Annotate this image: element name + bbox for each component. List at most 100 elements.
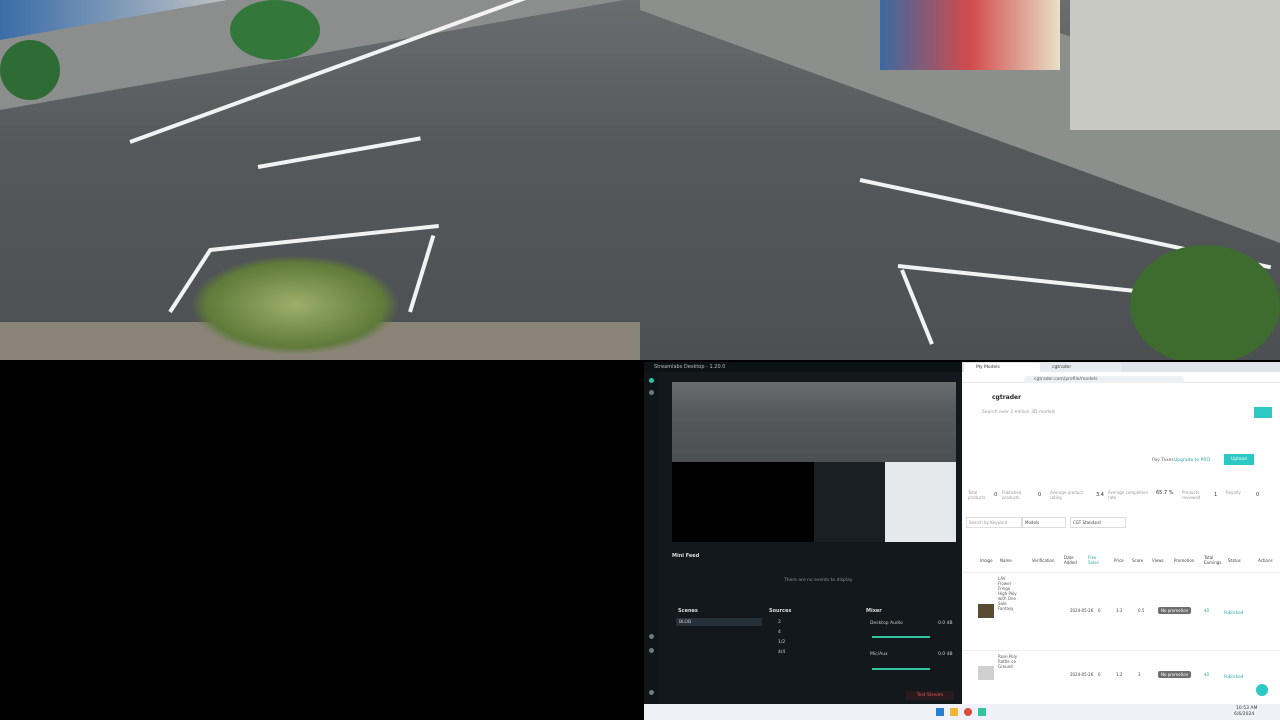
camera-feed-1 xyxy=(0,0,640,360)
source-item[interactable]: 4 xyxy=(778,630,781,635)
url-field[interactable]: cgtrader.com/profile/models xyxy=(1024,376,1184,383)
col-verification[interactable]: Verification xyxy=(1032,558,1054,563)
start-icon[interactable] xyxy=(936,708,944,716)
scene-item[interactable]: BLOB xyxy=(676,618,762,626)
preview-nested-dark xyxy=(814,462,885,542)
browser-icon[interactable] xyxy=(964,708,972,716)
model-earnings: $0 xyxy=(1204,672,1210,677)
building xyxy=(1070,0,1280,130)
promotion-badge: No promotion xyxy=(1158,671,1192,678)
scene-item-label: BLOB xyxy=(679,620,692,625)
col-earnings[interactable]: Total Earnings xyxy=(1204,555,1221,565)
streamlabs-icon[interactable] xyxy=(978,708,986,716)
col-views[interactable]: Views xyxy=(1152,558,1164,563)
model-earnings: $0 xyxy=(1204,608,1210,613)
road-marking xyxy=(897,264,1137,294)
tree xyxy=(1130,245,1280,360)
stat-value: 3.4 xyxy=(1096,492,1104,498)
tools-icon[interactable] xyxy=(649,648,654,653)
stat-value: 0 xyxy=(1038,492,1042,498)
source-item[interactable]: 2 xyxy=(778,620,781,625)
model-score: 0.5 xyxy=(1138,608,1145,613)
sidebar xyxy=(644,372,658,704)
col-status[interactable]: Status xyxy=(1228,558,1241,563)
col-image[interactable]: Image xyxy=(980,558,993,563)
scenes-title: Scenes xyxy=(678,608,698,614)
desktop-audio-label: Desktop Audio xyxy=(870,621,903,626)
tab-my-models[interactable]: My Models xyxy=(964,363,1046,372)
source-item[interactable]: 1/2 xyxy=(778,640,785,645)
model-name[interactable]: Rose Poly Rattle on Ground xyxy=(998,654,1020,669)
table-row[interactable]: LAV Flower Fringe High Poly with One Sal… xyxy=(962,574,1280,651)
model-status: Published xyxy=(1224,674,1244,679)
col-sales[interactable]: Free Sales xyxy=(1088,555,1102,565)
col-price[interactable]: Price xyxy=(1114,558,1124,563)
stream-preview[interactable] xyxy=(672,382,956,542)
source-item[interactable]: 4/4 xyxy=(778,650,785,655)
window-title: Streamlabs Desktop - 1.20.0 xyxy=(644,362,962,372)
building-mural xyxy=(880,0,1060,70)
model-price: 1.2 xyxy=(1116,672,1123,677)
file-explorer-icon[interactable] xyxy=(950,708,958,716)
road-marking xyxy=(209,223,439,252)
chat-icon[interactable] xyxy=(1256,684,1268,696)
stat-label: Royalty xyxy=(1226,490,1241,495)
model-status: Published xyxy=(1224,610,1244,615)
stat-value: 1 xyxy=(1214,492,1218,498)
model-thumbnail[interactable] xyxy=(978,666,994,680)
mini-feed-title: Mini Feed xyxy=(672,553,700,559)
col-date[interactable]: Date Added xyxy=(1064,555,1078,565)
model-score: 3 xyxy=(1138,672,1141,677)
tab-cgtrader[interactable]: cgtrader xyxy=(1040,363,1122,372)
stat-label: Average product rating xyxy=(1050,490,1084,500)
preview-cam-2 xyxy=(814,382,956,462)
road-marking xyxy=(900,269,934,345)
mic-aux-slider[interactable] xyxy=(872,668,930,670)
go-live-button[interactable]: Test Stream xyxy=(906,691,954,700)
clock-time[interactable]: 10:53 AM xyxy=(1236,706,1257,711)
stat-label: Published products xyxy=(1002,490,1022,500)
desktop-audio-slider[interactable] xyxy=(872,636,930,638)
stat-value: 0 xyxy=(994,492,998,498)
preview-cam-1 xyxy=(672,382,814,462)
upgrade-link[interactable]: Upgrade to PRO xyxy=(1174,458,1210,463)
model-thumbnail[interactable] xyxy=(978,604,994,618)
desktop-audio-db: 0.0 dB xyxy=(938,621,953,626)
road-marking xyxy=(408,234,436,313)
stat-value: 0 xyxy=(1256,492,1260,498)
license-filter[interactable]: CGT Standard xyxy=(1070,517,1126,528)
col-promotion[interactable]: Promotion xyxy=(1174,558,1194,563)
mixer-title: Mixer xyxy=(866,608,882,614)
settings-icon[interactable] xyxy=(649,390,654,395)
col-score[interactable]: Score xyxy=(1132,558,1143,563)
clock-date[interactable]: 6/6/2024 xyxy=(1234,712,1254,717)
upload-button[interactable]: Upload xyxy=(1224,454,1254,465)
model-name[interactable]: LAV Flower Fringe High Poly with One Sal… xyxy=(998,576,1020,611)
road-marking xyxy=(257,136,421,169)
search-input[interactable]: Search over 2 million 3D models xyxy=(982,408,1252,417)
mic-aux-label: Mic/Aux xyxy=(870,652,888,657)
stat-label: Products reviewed xyxy=(1182,490,1201,500)
camera-feed-2 xyxy=(640,0,1280,360)
model-sales: 0 xyxy=(1098,608,1101,613)
browser-window: My Models cgtrader cgtrader.com/profile/… xyxy=(962,362,1280,704)
stat-label: Average completion rate xyxy=(1108,490,1149,500)
type-filter[interactable]: Models xyxy=(1022,517,1066,528)
table-row[interactable]: Rose Poly Rattle on Ground 2024-05-26 0 … xyxy=(962,652,1280,698)
user-icon[interactable] xyxy=(649,690,654,695)
model-date: 2024-05-26 xyxy=(1070,608,1094,613)
go-live-label: Test Stream xyxy=(916,693,944,698)
search-icon[interactable] xyxy=(1254,407,1272,418)
streamlabs-window: Streamlabs Desktop - 1.20.0 Mini Feed Th… xyxy=(644,362,962,704)
keyword-filter[interactable]: Search by Keyword xyxy=(966,517,1022,528)
brand-logo[interactable]: cgtrader xyxy=(992,394,1021,401)
taskbar: 10:53 AM 6/6/2024 xyxy=(644,704,1280,720)
tree xyxy=(0,40,60,100)
col-actions[interactable]: Actions xyxy=(1258,558,1273,563)
themes-icon[interactable] xyxy=(649,634,654,639)
model-date: 2024-05-26 xyxy=(1070,672,1094,677)
col-name[interactable]: Name xyxy=(1000,558,1012,563)
editor-icon[interactable] xyxy=(649,378,654,383)
mic-aux-db: 0.0 dB xyxy=(938,652,953,657)
model-sales: 0 xyxy=(1098,672,1101,677)
